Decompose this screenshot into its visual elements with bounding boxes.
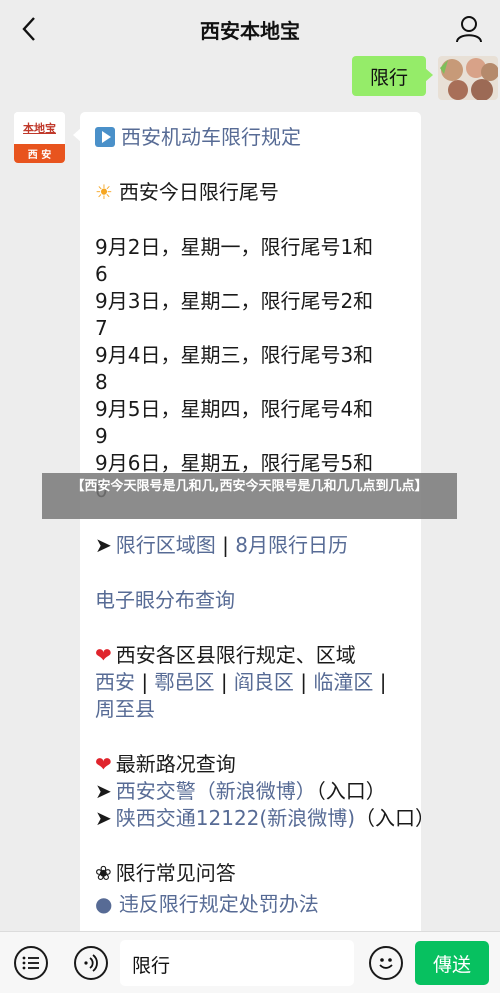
separator: | (379, 670, 387, 694)
district-link[interactable]: 临潼区 (313, 670, 373, 694)
road-title: ❤ 最新路况查询 (95, 751, 405, 778)
day-line: 9月3日，星期二，限行尾号2和 (95, 289, 374, 313)
incoming-bubble: 西安机动车限行规定 ☀ 西安今日限行尾号 9月2日，星期一，限行尾号1和 6 9月… (80, 112, 421, 952)
chat-title: 西安本地宝 (200, 18, 300, 43)
voice-button[interactable] (74, 946, 108, 980)
day-line: 9月2日，星期一，限行尾号1和 (95, 235, 374, 259)
send-label: 傳送 (432, 953, 471, 976)
input-toolbar: 限行 傳送 (0, 931, 500, 993)
menu-button[interactable] (14, 946, 48, 980)
district-title: ❤ 西安各区县限行规定、区域 (95, 642, 405, 669)
sender-avatar-city: 西 安 (14, 144, 65, 163)
play-icon (95, 127, 115, 147)
outgoing-message-row: 限行 (0, 56, 500, 100)
separator: | (220, 670, 228, 694)
title-banner: 【西安今天限号是几和几,西安今天限号是几和几几点到几点】 (42, 473, 457, 519)
separator: | (222, 533, 229, 557)
heading-text: 西安机动车限行规定 (121, 125, 301, 149)
message-input-value: 限行 (132, 955, 171, 977)
day-line: 9月4日，星期三，限行尾号3和 (95, 343, 374, 367)
message-input[interactable]: 限行 (120, 940, 354, 986)
bullet-icon: ● (95, 892, 119, 916)
top-bar: 西安本地宝 (0, 0, 500, 58)
road-entry[interactable]: （入口） (316, 779, 386, 803)
separator: | (300, 670, 308, 694)
send-button[interactable]: 傳送 (415, 941, 489, 985)
road-title-text: 最新路况查询 (115, 752, 236, 776)
voice-icon (84, 954, 98, 972)
faq-link[interactable]: ● 违反限行规定处罚办法 (95, 891, 405, 918)
outgoing-text: 限行 (369, 66, 408, 89)
faq-title-text: 限行常见问答 (115, 861, 236, 885)
day-line: 9月5日，星期四，限行尾号4和 (95, 397, 374, 421)
road-row: ➤陕西交通12122(新浪微博)（入口） (95, 805, 421, 832)
road-link[interactable]: 陕西交通12122(新浪微博) (116, 806, 355, 830)
arrow-right-icon: ➤ (95, 533, 112, 557)
heart-icon: ❤ (95, 752, 112, 776)
today-title: ☀ 西安今日限行尾号 (95, 179, 405, 206)
arrow-right-icon: ➤ (95, 806, 112, 830)
road-entry[interactable]: （入口） (355, 806, 421, 830)
district-link[interactable]: 西安 (95, 670, 135, 694)
day-line-wrap: 6 (95, 262, 108, 286)
district-row: 周至县 (95, 696, 405, 723)
back-button[interactable] (14, 14, 44, 44)
heart-icon: ❤ (95, 643, 112, 667)
chevron-left-icon (22, 17, 35, 41)
map-calendar-row: ➤ 限行区域图 | 8月限行日历 (95, 532, 405, 559)
person-icon (456, 16, 482, 43)
sender-avatar-logo: 本地宝 (14, 112, 65, 144)
calendar-link[interactable]: 8月限行日历 (235, 533, 348, 557)
district-link[interactable]: 周至县 (95, 697, 155, 721)
eye-link[interactable]: 电子眼分布查询 (95, 587, 405, 614)
road-link[interactable]: 西安交警（新浪微博） (116, 779, 316, 803)
sender-avatar[interactable]: 本地宝 西 安 (14, 112, 65, 163)
road-row: ➤ 西安交警（新浪微博）（入口） (95, 778, 405, 805)
day-line-wrap: 7 (95, 316, 108, 340)
flower-icon: ❀ (95, 861, 112, 885)
my-avatar[interactable] (438, 56, 498, 100)
avatar-image-icon (438, 56, 498, 100)
day-line-wrap: 9 (95, 424, 108, 448)
menu-list-icon (22, 956, 39, 970)
faq-link-text: 违反限行规定处罚办法 (118, 892, 319, 916)
arrow-right-icon: ➤ (95, 779, 112, 803)
sun-icon: ☀ (95, 180, 113, 204)
faq-title: ❀ 限行常见问答 (95, 860, 405, 887)
separator: | (141, 670, 149, 694)
district-row: 西安 | 鄠邑区 | 阎良区 | 临潼区 | (95, 669, 405, 696)
heading-link[interactable]: 西安机动车限行规定 (95, 124, 405, 151)
day-line-wrap: 8 (95, 370, 108, 394)
emoji-button[interactable] (369, 946, 403, 980)
map-link[interactable]: 限行区域图 (116, 533, 216, 557)
profile-button[interactable] (454, 14, 484, 44)
district-title-text: 西安各区县限行规定、区域 (115, 643, 356, 667)
district-link[interactable]: 阎良区 (234, 670, 294, 694)
today-title-text: 西安今日限行尾号 (118, 180, 279, 204)
smiley-icon (379, 958, 393, 969)
outgoing-bubble[interactable]: 限行 (352, 56, 433, 96)
district-link[interactable]: 鄠邑区 (154, 670, 214, 694)
